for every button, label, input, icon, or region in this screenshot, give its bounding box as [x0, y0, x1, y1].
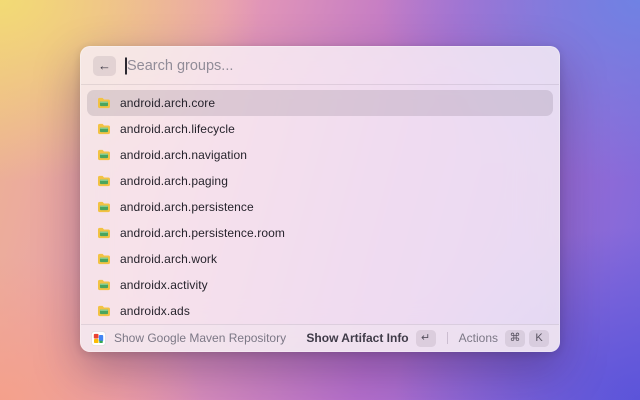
google-maven-icon — [91, 330, 106, 346]
folder-icon — [97, 149, 111, 161]
list-item-label: android.arch.core — [120, 96, 216, 110]
list-item[interactable]: android.arch.core — [87, 90, 553, 116]
folder-icon — [97, 97, 111, 109]
folder-icon — [97, 279, 111, 291]
primary-action-button[interactable]: Show Artifact Info ↵ — [306, 329, 436, 347]
actions-button[interactable]: Actions ⌘ K — [458, 329, 549, 347]
list-item[interactable]: android.arch.paging — [87, 168, 553, 194]
primary-action-label: Show Artifact Info — [306, 331, 409, 345]
list-item-label: androidx.ads — [120, 304, 190, 318]
list-item-label: android.arch.paging — [120, 174, 228, 188]
list-item[interactable]: android.arch.work — [87, 246, 553, 272]
results-list: android.arch.core android.arch.lifecycle… — [81, 85, 559, 324]
list-item-label: android.arch.persistence — [120, 200, 254, 214]
list-item[interactable]: android.arch.persistence.room — [87, 220, 553, 246]
list-item-label: androidx.activity — [120, 278, 208, 292]
actions-shortcut: ⌘ K — [505, 329, 549, 347]
actions-label: Actions — [458, 331, 498, 345]
folder-icon — [97, 305, 111, 317]
search-palette-window: ← android.arch.core android.arch.lifecyc… — [80, 46, 560, 352]
folder-icon — [97, 175, 111, 187]
list-item[interactable]: android.arch.persistence — [87, 194, 553, 220]
search-bar: ← — [81, 47, 559, 85]
list-item-label: android.arch.work — [120, 252, 218, 266]
folder-icon — [97, 201, 111, 213]
command-key-icon: ⌘ — [505, 329, 525, 347]
back-button[interactable]: ← — [93, 55, 116, 76]
list-item-label: android.arch.navigation — [120, 148, 248, 162]
list-item[interactable]: android.arch.navigation — [87, 142, 553, 168]
list-item[interactable]: androidx.activity — [87, 272, 553, 298]
back-arrow-icon: ← — [98, 58, 111, 73]
list-item-label: android.arch.persistence.room — [120, 226, 285, 240]
search-input[interactable] — [125, 57, 547, 74]
k-key-icon: K — [529, 329, 549, 347]
footer: Show Google Maven Repository Show Artifa… — [81, 324, 559, 351]
text-caret — [125, 57, 127, 74]
return-key-icon: ↵ — [415, 329, 436, 347]
folder-icon — [97, 123, 111, 135]
footer-divider — [446, 332, 448, 344]
footer-extension-name: Show Google Maven Repository — [114, 331, 287, 345]
folder-icon — [97, 253, 111, 265]
folder-icon — [97, 227, 111, 239]
footer-extension-info: Show Google Maven Repository — [91, 330, 298, 346]
list-item-label: android.arch.lifecycle — [120, 122, 235, 136]
list-item[interactable]: androidx.ads — [87, 298, 553, 324]
list-item[interactable]: android.arch.lifecycle — [87, 116, 553, 142]
